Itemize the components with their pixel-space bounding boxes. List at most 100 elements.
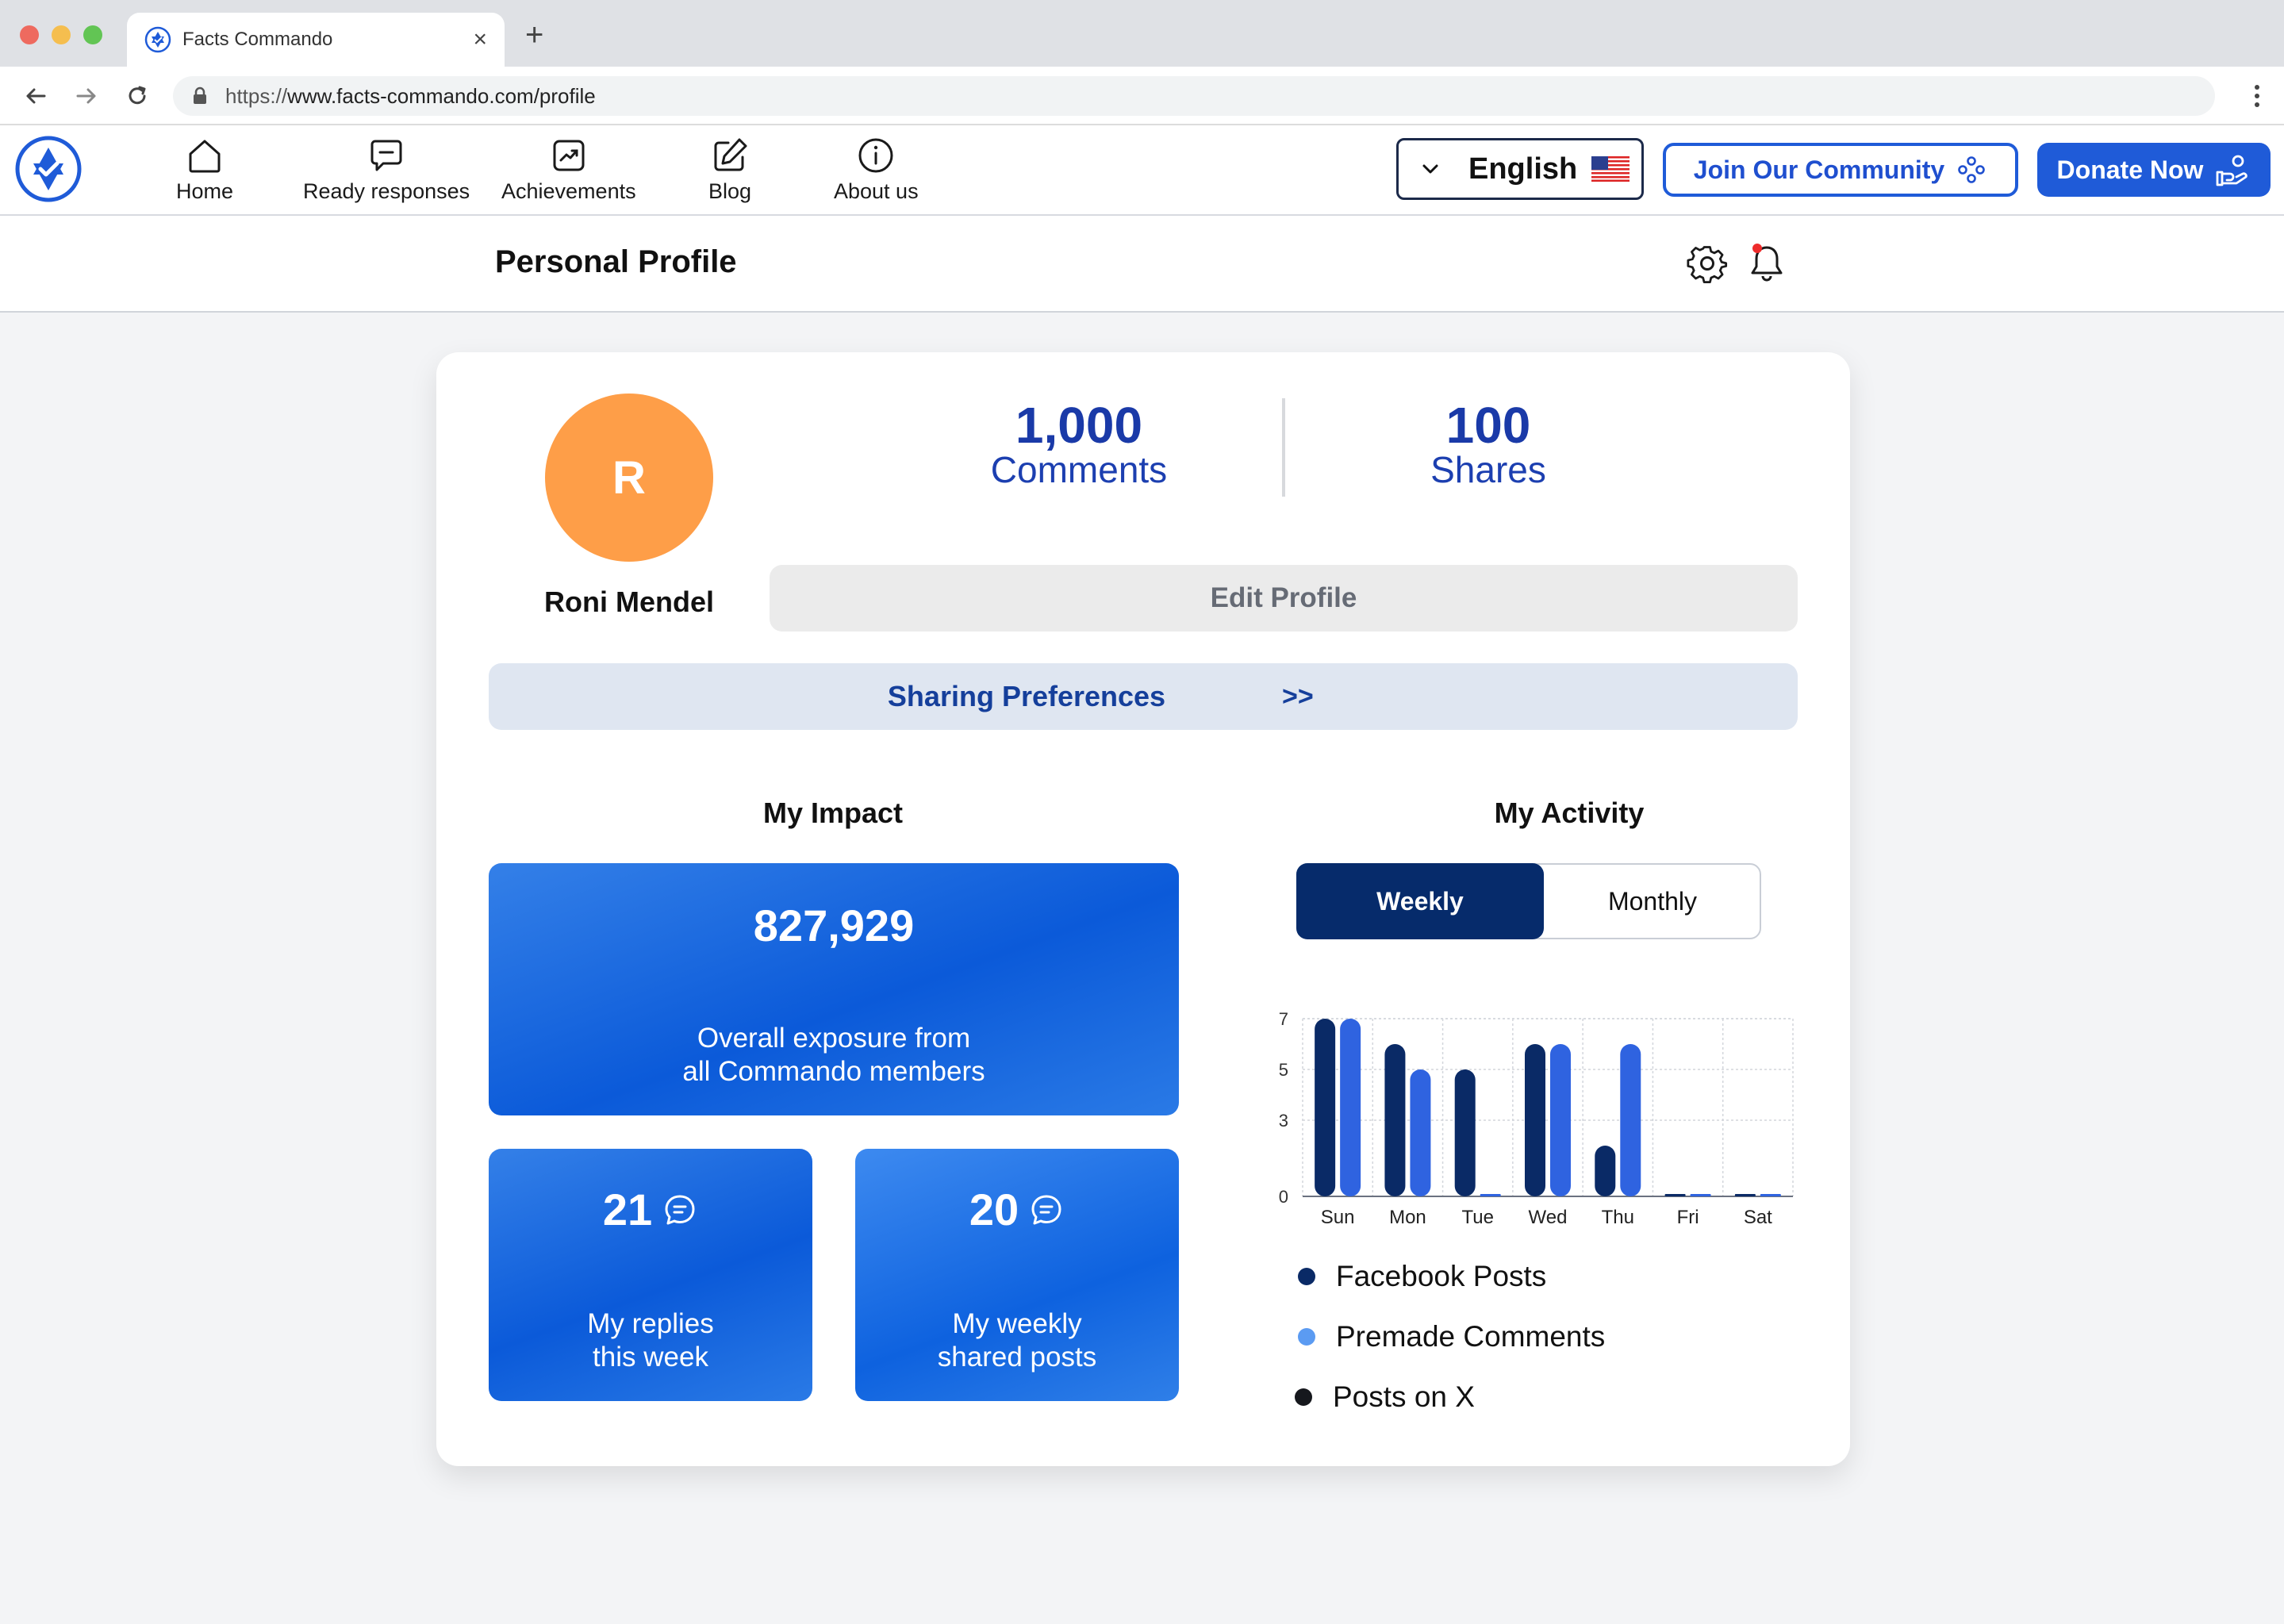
user-name: Roni Mendel: [544, 585, 714, 618]
bar-facebook-posts: [1315, 1019, 1336, 1196]
x-tick-label: Fri: [1677, 1207, 1699, 1228]
favicon-icon: [144, 26, 171, 53]
url-field[interactable]: https://www.facts-commando.com/profile: [173, 76, 2215, 116]
join-community-button[interactable]: Join Our Community: [1663, 143, 2018, 197]
exposure-desc-line2: all Commando members: [682, 1056, 985, 1087]
legend-label: Facebook Posts: [1336, 1260, 1547, 1292]
window-maximize-dot[interactable]: [83, 25, 102, 44]
my-impact-title: My Impact: [762, 797, 904, 829]
y-tick-label: 3: [1279, 1111, 1288, 1131]
period-toggle: Weekly Monthly: [1296, 863, 1761, 939]
back-arrow-icon[interactable]: [22, 83, 49, 109]
tab-close-icon[interactable]: ×: [473, 28, 487, 52]
bar-facebook-posts: [1384, 1044, 1406, 1196]
shared-row: 20: [855, 1184, 1179, 1235]
browser-tab[interactable]: Facts Commando ×: [127, 13, 505, 67]
x-tick-label: Wed: [1529, 1207, 1568, 1228]
nav-blog[interactable]: Blog: [708, 135, 751, 204]
nav-achievements[interactable]: Achievements: [501, 135, 636, 204]
browser-address-bar: https://www.facts-commando.com/profile: [0, 67, 2284, 125]
bar-premade-comments: [1690, 1194, 1711, 1196]
nav-achievements-label: Achievements: [501, 179, 636, 203]
lock-icon: [194, 86, 206, 104]
shared-desc-line2: shared posts: [937, 1342, 1097, 1373]
nav-about-us[interactable]: About us: [834, 135, 919, 204]
shared-posts-tile: 20 My weekly shared posts: [855, 1149, 1179, 1401]
legend-dot: [1298, 1268, 1315, 1285]
edit-icon: [714, 138, 747, 171]
logo-icon[interactable]: [14, 135, 83, 203]
language-selector[interactable]: English: [1396, 138, 1644, 200]
legend-item-premade: Premade Comments: [1298, 1317, 1605, 1357]
exposure-description: Overall exposure from all Commando membe…: [489, 1022, 1179, 1088]
legend-label: Posts on X: [1333, 1380, 1475, 1413]
shared-desc-line1: My weekly: [952, 1308, 1082, 1339]
bar-premade-comments: [1760, 1194, 1781, 1196]
browser-tab-bar: Facts Commando × +: [0, 0, 2284, 67]
tab-title: Facts Commando: [182, 29, 333, 50]
double-chevron-right-icon: >>: [1282, 681, 1314, 712]
info-icon: [858, 138, 893, 173]
bar-premade-comments: [1550, 1044, 1571, 1196]
my-activity-title: My Activity: [1494, 797, 1645, 829]
nav-ready-responses[interactable]: Ready responses: [303, 135, 470, 204]
legend-item-x: Posts on X: [1295, 1377, 1475, 1417]
stats-divider: [1282, 398, 1285, 497]
bar-premade-comments: [1480, 1194, 1501, 1196]
reload-icon[interactable]: [124, 83, 151, 109]
notification-dot: [1752, 244, 1762, 253]
bar-facebook-posts: [1664, 1194, 1686, 1196]
edit-profile-button[interactable]: Edit Profile: [770, 565, 1798, 632]
language-label: English: [1468, 152, 1578, 186]
page-title: Personal Profile: [495, 244, 737, 279]
nav-home-label: Home: [176, 179, 234, 203]
comments-label: Comments: [990, 449, 1168, 490]
site-header: Home Ready responses Achievements Blog A…: [0, 125, 2284, 216]
activity-chart-svg: 0 3 5 7 Sun Mon Tue Wed Thu Fri Sat: [1279, 1009, 1794, 1228]
x-tick-label: Sun: [1321, 1207, 1355, 1228]
x-tick-label: Thu: [1602, 1207, 1634, 1228]
window-minimize-dot[interactable]: [52, 25, 71, 44]
bar-facebook-posts: [1595, 1146, 1616, 1196]
sharing-preferences-button[interactable]: Sharing Preferences >>: [489, 663, 1798, 730]
nav-about-us-label: About us: [834, 179, 919, 203]
x-tick-label: Mon: [1389, 1207, 1426, 1228]
bar-facebook-posts: [1525, 1044, 1545, 1196]
y-tick-label: 0: [1279, 1187, 1288, 1207]
weekly-toggle-button[interactable]: Weekly: [1296, 863, 1544, 939]
message-icon: [1031, 1195, 1061, 1224]
bar-premade-comments: [1620, 1044, 1641, 1196]
new-tab-icon[interactable]: +: [525, 19, 543, 51]
replies-row: 21: [489, 1184, 812, 1235]
window-close-dot[interactable]: [20, 25, 39, 44]
message-icon: [665, 1195, 695, 1224]
browser-menu-icon[interactable]: [2254, 83, 2260, 109]
forward-arrow-icon[interactable]: [73, 83, 100, 109]
exposure-tile: 827,929 Overall exposure from all Comman…: [489, 863, 1179, 1115]
shares-label: Shares: [1430, 449, 1546, 490]
gear-icon[interactable]: [1687, 243, 1728, 284]
donate-label: Donate Now: [2056, 155, 2204, 184]
avatar[interactable]: R: [545, 394, 713, 562]
monthly-toggle-button[interactable]: Monthly: [1544, 865, 1761, 938]
bell-icon[interactable]: [1745, 241, 1788, 284]
profile-subheader: Personal Profile: [0, 216, 2284, 313]
nav-home[interactable]: Home: [176, 135, 233, 204]
legend-label: Premade Comments: [1336, 1320, 1606, 1353]
comments-stat: 1,000 Comments: [912, 400, 1246, 489]
shares-count: 100: [1445, 397, 1531, 454]
shared-description: My weekly shared posts: [855, 1307, 1179, 1374]
shared-value: 20: [969, 1184, 1019, 1234]
profile-card: R Roni Mendel 1,000 Comments 100 Shares …: [436, 352, 1850, 1466]
donate-hand-icon: [2217, 155, 2248, 186]
y-tick-label: 5: [1279, 1060, 1288, 1080]
replies-description: My replies this week: [489, 1307, 812, 1374]
comments-count: 1,000: [1015, 397, 1143, 454]
nav-ready-responses-label: Ready responses: [303, 179, 470, 203]
replies-value: 21: [602, 1184, 653, 1234]
bar-facebook-posts: [1454, 1069, 1476, 1196]
y-tick-label: 7: [1279, 1009, 1288, 1029]
donate-button[interactable]: Donate Now: [2037, 143, 2271, 197]
x-tick-label: Tue: [1461, 1207, 1493, 1228]
sharing-preferences-label: Sharing Preferences: [887, 680, 1166, 712]
